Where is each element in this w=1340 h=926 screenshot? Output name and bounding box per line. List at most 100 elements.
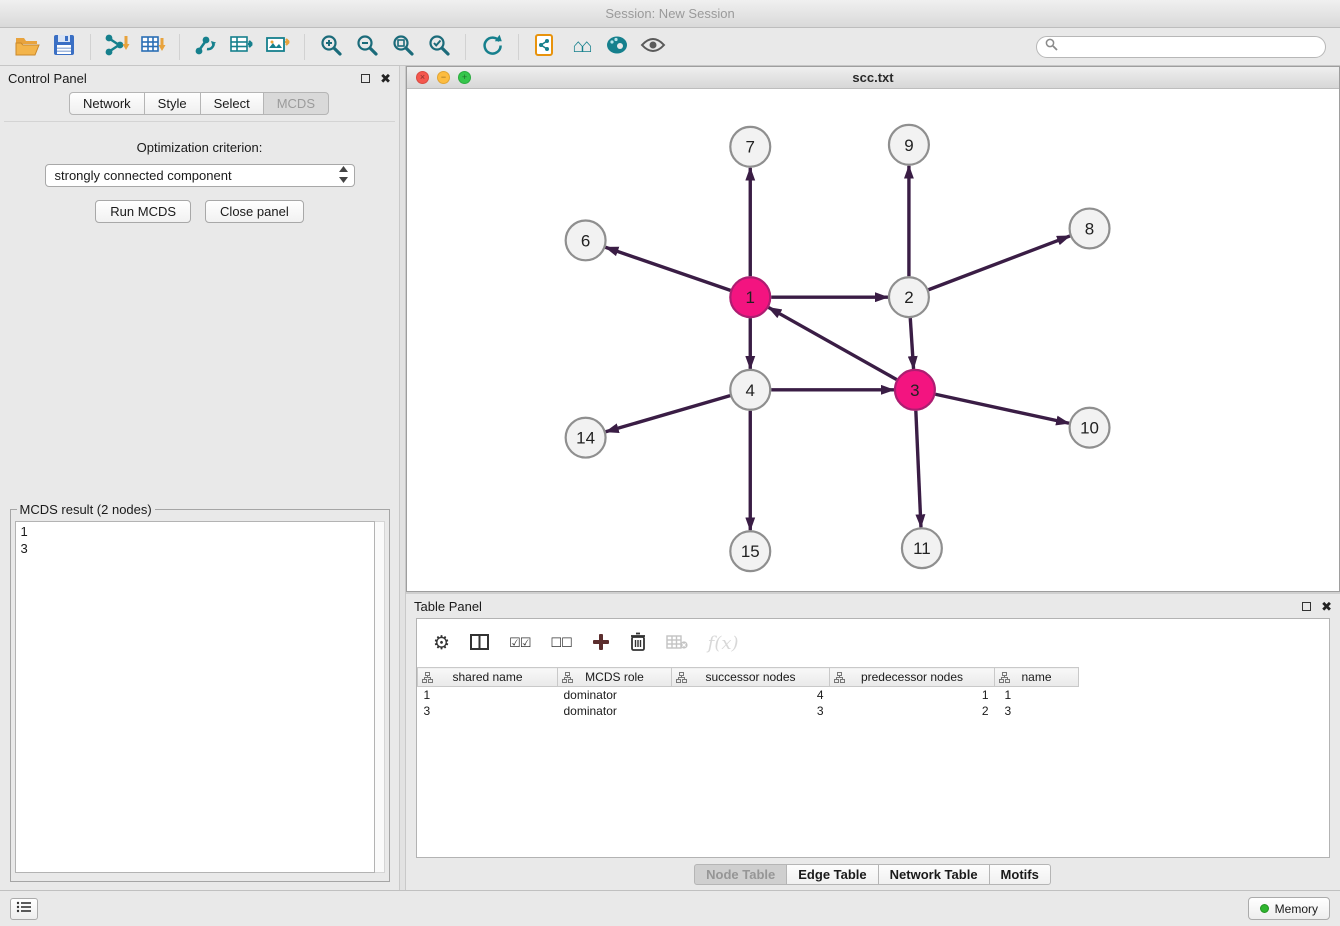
tab-edge-table[interactable]: Edge Table — [786, 864, 878, 885]
panel-divider[interactable] — [399, 66, 406, 890]
tab-mcds[interactable]: MCDS — [263, 92, 329, 115]
column-header-predecessor-nodes[interactable]: predecessor nodes — [830, 668, 995, 687]
float-table-panel-icon[interactable] — [1302, 602, 1311, 611]
delete-column-button[interactable] — [630, 628, 646, 658]
zoom-out-button[interactable] — [349, 31, 385, 63]
tab-network[interactable]: Network — [69, 92, 145, 115]
graph-node-8[interactable]: 8 — [1070, 208, 1110, 248]
edge-1-6[interactable] — [605, 247, 730, 290]
table-cell: 3 — [995, 703, 1079, 719]
minimize-window-button[interactable]: − — [437, 71, 450, 84]
table-panel-title: Table Panel — [414, 599, 482, 614]
eye-icon — [640, 36, 666, 57]
svg-text:3: 3 — [910, 381, 919, 400]
float-panel-icon[interactable] — [361, 74, 370, 83]
table-toolbar: ⚙ ☑☑ ☐☐ — [417, 619, 1329, 667]
edge-3-1[interactable] — [769, 307, 897, 379]
tab-select[interactable]: Select — [200, 92, 264, 115]
table-settings-button[interactable]: ⚙ — [433, 628, 450, 658]
graph-node-15[interactable]: 15 — [730, 531, 770, 571]
tab-style[interactable]: Style — [144, 92, 201, 115]
visibility-button[interactable] — [635, 31, 671, 63]
import-table-button[interactable] — [135, 31, 171, 63]
tab-motifs[interactable]: Motifs — [989, 864, 1051, 885]
zoom-in-button[interactable] — [313, 31, 349, 63]
style-palette-button[interactable] — [599, 31, 635, 63]
search-field[interactable] — [1036, 36, 1326, 58]
show-columns-button[interactable] — [470, 628, 489, 658]
close-window-button[interactable]: × — [416, 71, 429, 84]
graph-node-9[interactable]: 9 — [889, 125, 929, 165]
column-header-mcds-role[interactable]: MCDS role — [558, 668, 672, 687]
network-canvas[interactable]: 7 9 6 8 1 2 4 3 14 10 15 11 — [407, 89, 1339, 591]
tab-network-table[interactable]: Network Table — [878, 864, 990, 885]
edge-2-8[interactable] — [929, 236, 1070, 290]
edge-4-14[interactable] — [606, 396, 730, 432]
svg-text:7: 7 — [746, 138, 755, 157]
function-builder-button[interactable]: f(x) — [708, 628, 739, 658]
toolbar-separator — [179, 34, 180, 60]
graph-node-11[interactable]: 11 — [902, 528, 942, 568]
edge-2-3[interactable] — [910, 318, 913, 369]
table-panel-header: Table Panel ✖ — [406, 594, 1340, 618]
select-all-columns-button[interactable]: ☑☑ — [509, 628, 530, 658]
refresh-view-button[interactable] — [474, 31, 510, 63]
graph-node-3[interactable]: 3 — [895, 370, 935, 410]
column-header-name[interactable]: name — [995, 668, 1079, 687]
tab-node-table[interactable]: Node Table — [694, 864, 787, 885]
export-network-button[interactable] — [188, 31, 224, 63]
run-mcds-button[interactable]: Run MCDS — [95, 200, 191, 223]
trash-icon — [630, 632, 646, 654]
graph-node-7[interactable]: 7 — [730, 127, 770, 167]
result-scrollbar[interactable] — [375, 521, 385, 873]
delete-table-button[interactable] — [666, 628, 688, 658]
import-table-icon — [140, 33, 166, 60]
unselect-all-columns-button[interactable]: ☐☐ — [550, 628, 571, 658]
optimization-dropdown[interactable]: strongly connected component — [45, 164, 355, 187]
neighbors-button[interactable]: ⌂⌂ — [563, 31, 599, 63]
result-item[interactable]: 1 — [21, 523, 369, 540]
graph-node-6[interactable]: 6 — [566, 220, 606, 260]
import-network-button[interactable] — [99, 31, 135, 63]
memory-button[interactable]: Memory — [1248, 897, 1330, 920]
status-bar: Memory — [0, 890, 1340, 926]
table-cell: 1 — [995, 687, 1079, 703]
graph-node-10[interactable]: 10 — [1070, 408, 1110, 448]
open-session-button[interactable] — [10, 31, 46, 63]
main-toolbar: ⌂⌂ — [0, 28, 1340, 66]
save-session-button[interactable] — [46, 31, 82, 63]
table-row[interactable]: 3dominator323 — [418, 703, 1330, 719]
unchecked-boxes-icon: ☐☐ — [550, 636, 571, 651]
zoom-selected-button[interactable] — [421, 31, 457, 63]
mcds-result-list: 13 — [15, 521, 375, 873]
graph-node-1[interactable]: 1 — [730, 277, 770, 317]
search-input[interactable] — [1063, 39, 1317, 54]
close-panel-button[interactable]: Close panel — [205, 200, 304, 223]
graph-node-4[interactable]: 4 — [730, 370, 770, 410]
graph-node-14[interactable]: 14 — [566, 418, 606, 458]
title-bar: Session: New Session — [0, 0, 1340, 28]
close-table-panel-icon[interactable]: ✖ — [1321, 600, 1332, 613]
result-item[interactable]: 3 — [21, 540, 369, 557]
control-panel-header: Control Panel ✖ — [0, 66, 399, 90]
document-share-button[interactable] — [527, 31, 563, 63]
table-row[interactable]: 1dominator411 — [418, 687, 1330, 703]
gear-icon: ⚙ — [433, 634, 450, 653]
status-menu-button[interactable] — [10, 898, 38, 920]
edge-3-10[interactable] — [935, 394, 1069, 423]
export-image-button[interactable] — [260, 31, 296, 63]
close-panel-icon[interactable]: ✖ — [380, 72, 391, 85]
zoom-fit-button[interactable] — [385, 31, 421, 63]
svg-text:10: 10 — [1080, 419, 1099, 438]
column-header-shared-name[interactable]: shared name — [418, 668, 558, 687]
edge-3-11[interactable] — [916, 411, 921, 528]
folder-open-icon — [15, 34, 41, 59]
add-column-button[interactable] — [592, 628, 610, 658]
graph-node-2[interactable]: 2 — [889, 277, 929, 317]
zoom-window-button[interactable]: + — [458, 71, 471, 84]
toolbar-separator — [518, 34, 519, 60]
export-table-button[interactable] — [224, 31, 260, 63]
columns-icon — [470, 633, 489, 654]
table-cell: 1 — [830, 687, 995, 703]
column-header-successor-nodes[interactable]: successor nodes — [672, 668, 830, 687]
